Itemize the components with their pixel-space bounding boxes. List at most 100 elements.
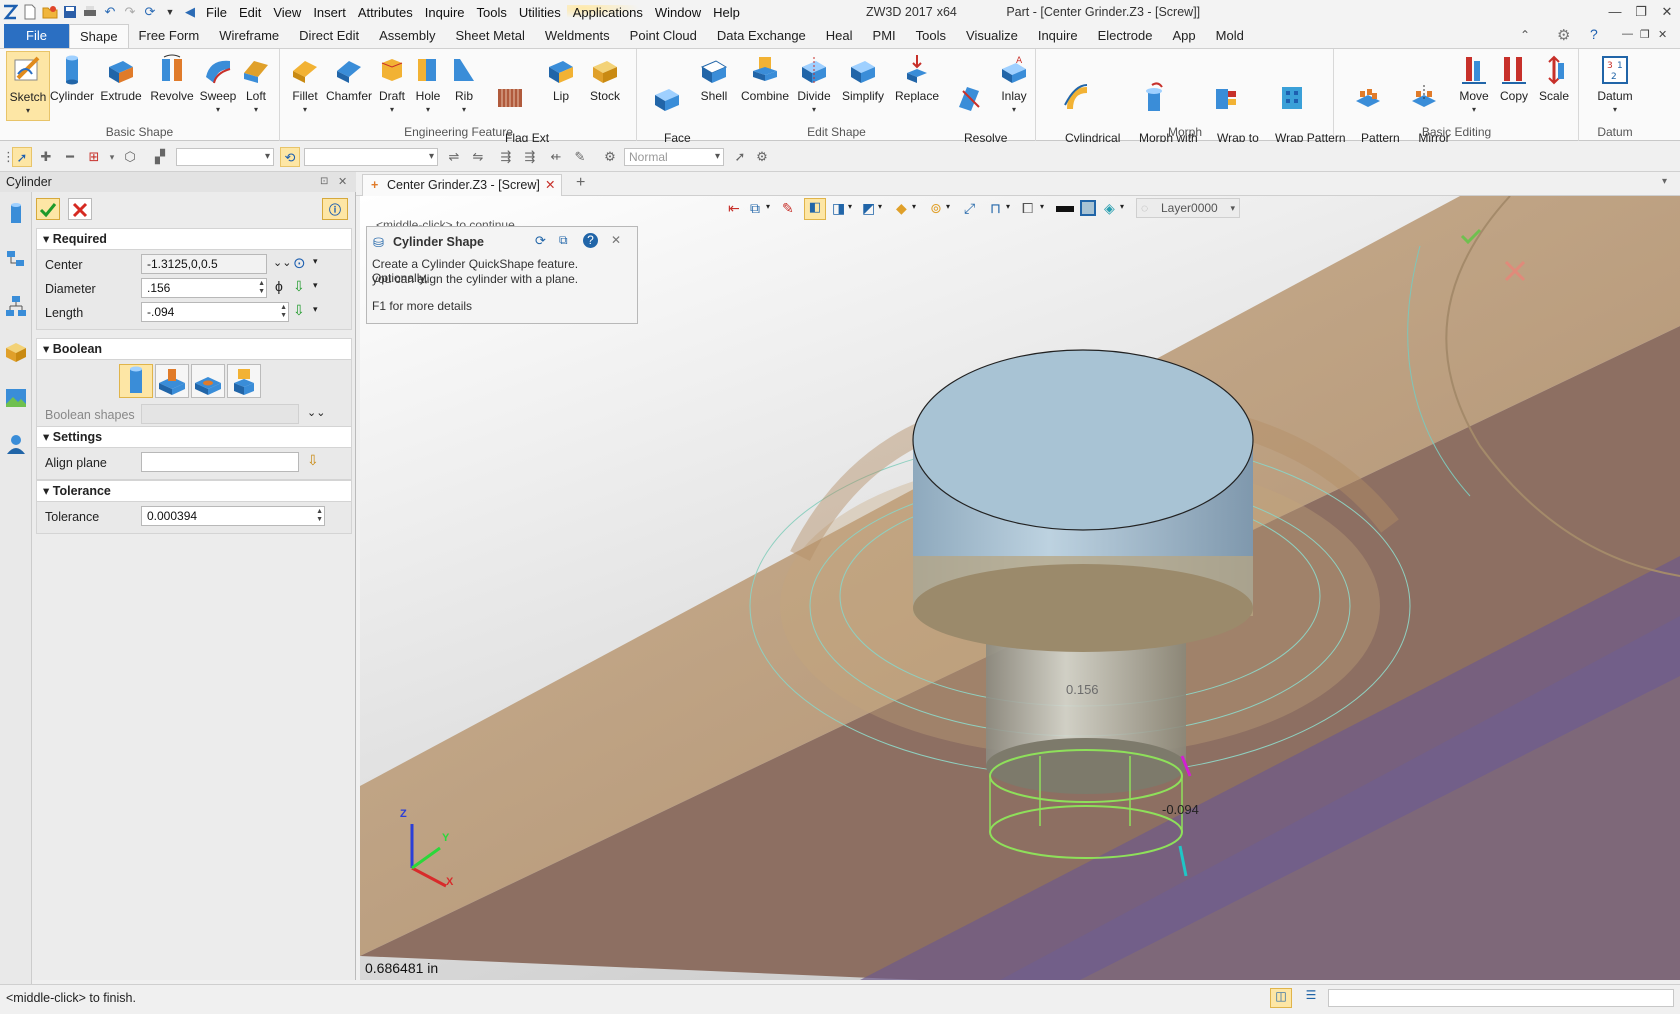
doc-minimize-icon[interactable]: — <box>1622 28 1633 40</box>
lip-button[interactable]: Lip <box>543 51 579 103</box>
pick-option-4-icon[interactable]: ⇶ <box>520 147 540 167</box>
pointer-option-icon[interactable]: ➚ <box>730 147 750 167</box>
tab-tools[interactable]: Tools <box>906 24 956 48</box>
copy-button[interactable]: Copy <box>1495 51 1533 103</box>
menu-window[interactable]: Window <box>649 5 707 20</box>
info-button[interactable]: ⓘ <box>322 198 348 220</box>
tab-electrode[interactable]: Electrode <box>1088 24 1163 48</box>
boolean-remove-button[interactable] <box>191 364 225 398</box>
tab-shape[interactable]: Shape <box>68 24 129 48</box>
part-library-icon[interactable] <box>4 340 28 364</box>
zoom-box-icon[interactable]: ⤢ <box>964 200 975 217</box>
minimize-button[interactable]: — <box>1602 2 1628 22</box>
center-expand-icon[interactable]: ⌄⌄ <box>273 256 291 269</box>
doc-tab-close-icon[interactable]: ✕ <box>545 175 555 195</box>
app-logo-icon[interactable] <box>0 2 20 22</box>
tab-weldments[interactable]: Weldments <box>535 24 620 48</box>
tab-pmi[interactable]: PMI <box>863 24 906 48</box>
menu-inquire[interactable]: Inquire <box>419 5 471 20</box>
zoom-dropdown-icon[interactable]: ▾ <box>946 202 950 211</box>
doc-close-icon[interactable]: ✕ <box>1658 28 1667 41</box>
panel-pin-icon[interactable]: ⊡ <box>320 172 328 192</box>
diameter-dropdown-icon[interactable]: ▾ <box>313 280 318 291</box>
render-style-icon[interactable]: ◨ <box>832 200 845 217</box>
fillet-button[interactable]: Fillet ▾ <box>287 51 323 117</box>
layer-icon[interactable]: ◈ <box>1104 200 1115 217</box>
tooltip-help-icon[interactable]: ? <box>583 233 598 248</box>
boolean-base-button[interactable] <box>119 364 153 398</box>
tab-app[interactable]: App <box>1163 24 1206 48</box>
align-plane-pick-icon[interactable]: ⇩ <box>307 452 319 469</box>
print-icon[interactable] <box>80 2 100 22</box>
command-input[interactable] <box>1328 989 1674 1007</box>
smart-pick-icon[interactable]: ⟲ <box>280 147 300 167</box>
user-icon[interactable] <box>4 432 28 456</box>
view-orient-icon[interactable]: ⧉ <box>750 200 760 217</box>
tab-sheet-metal[interactable]: Sheet Metal <box>446 24 535 48</box>
cylinder-button[interactable]: Cylinder <box>50 51 94 103</box>
move-button[interactable]: Move ▾ <box>1455 51 1493 117</box>
tooltip-expand-icon[interactable]: ⧉ <box>559 233 568 248</box>
color-box-icon[interactable] <box>1080 200 1096 216</box>
pick-arrow-icon[interactable]: ➚ <box>12 147 32 167</box>
menu-edit[interactable]: Edit <box>233 5 267 20</box>
add-pick-icon[interactable]: ✚ <box>36 147 56 167</box>
pick-option-3-icon[interactable]: ⇶ <box>496 147 516 167</box>
tab-file[interactable]: File <box>4 24 69 48</box>
tooltip-refresh-icon[interactable]: ⟳ <box>535 233 546 249</box>
section-required[interactable]: ▾ Required <box>36 228 352 250</box>
shade-mode-icon[interactable]: ◧ <box>804 198 826 220</box>
rotate-view-icon[interactable]: ⟳ <box>140 2 160 22</box>
tab-visualize[interactable]: Visualize <box>956 24 1028 48</box>
feature-cylinder-icon[interactable] <box>4 202 28 226</box>
measure-tool-icon[interactable]: ✎ <box>782 200 794 217</box>
rib-button[interactable]: Rib ▾ <box>447 51 481 117</box>
section-settings[interactable]: ▾ Settings <box>36 426 352 448</box>
pick-option-5-icon[interactable]: ⇷ <box>546 147 566 167</box>
menu-file[interactable]: File <box>200 5 233 20</box>
layer-dropdown-icon[interactable]: ▾ <box>1120 202 1124 211</box>
filter-dropdown-icon[interactable]: ▾ <box>102 147 122 167</box>
pick-option-1-icon[interactable]: ⇌ <box>444 147 464 167</box>
menu-applications[interactable]: Applications <box>566 4 649 20</box>
length-dropdown-icon[interactable]: ▾ <box>313 304 318 315</box>
scale-button[interactable]: Scale <box>1535 51 1573 103</box>
extrude-button[interactable]: Extrude <box>98 51 144 103</box>
quick-access-dropdown-icon[interactable]: ▼ <box>160 2 180 22</box>
doc-restore-icon[interactable]: ❐ <box>1640 28 1650 41</box>
collapse-ribbon-icon[interactable]: ⌃ <box>1520 28 1530 42</box>
status-list-icon[interactable]: ☰ <box>1300 988 1322 1008</box>
menu-insert[interactable]: Insert <box>307 5 352 20</box>
diameter-measure-icon[interactable]: ⇩ <box>293 278 305 295</box>
pin-icon[interactable]: ✎ <box>570 147 590 167</box>
layer-combo[interactable]: ◌ Layer0000 ▾ <box>1136 198 1240 218</box>
menu-tools[interactable]: Tools <box>471 5 513 20</box>
center-input[interactable]: -1.3125,0,0.5 <box>141 254 267 274</box>
settings-gear-icon[interactable]: ⚙ <box>1557 26 1570 44</box>
back-arrow-icon[interactable]: ◀ <box>180 2 200 22</box>
close-button[interactable]: ✕ <box>1654 2 1680 22</box>
divide-button[interactable]: Divide ▾ <box>794 51 834 117</box>
pick-filter-icon[interactable]: ▞ <box>150 147 170 167</box>
menu-utilities[interactable]: Utilities <box>513 5 567 20</box>
pick-combo[interactable] <box>304 148 438 166</box>
tolerance-input[interactable]: 0.000394 ▲ ▼ <box>141 506 325 526</box>
open-folder-icon[interactable] <box>40 2 60 22</box>
tab-point-cloud[interactable]: Point Cloud <box>620 24 707 48</box>
length-measure-icon[interactable]: ⇩ <box>293 302 305 319</box>
simplify-button[interactable]: Simplify <box>838 51 888 103</box>
tab-free-form[interactable]: Free Form <box>129 24 210 48</box>
ok-button[interactable] <box>36 198 60 220</box>
filter-combo[interactable] <box>176 148 274 166</box>
image-library-icon[interactable] <box>4 386 28 410</box>
exit-view-icon[interactable]: ⇤ <box>728 200 740 217</box>
pointer-settings-icon[interactable]: ⚙ <box>752 147 772 167</box>
revolve-button[interactable]: Revolve <box>148 51 196 103</box>
remove-pick-icon[interactable]: ━ <box>60 147 80 167</box>
display-filter-dropdown-icon[interactable]: ▾ <box>912 202 916 211</box>
tab-heal[interactable]: Heal <box>816 24 863 48</box>
center-dropdown-icon[interactable]: ▾ <box>313 256 318 267</box>
render-mode-combo[interactable]: Normal <box>624 148 724 166</box>
boolean-shapes-expand-icon[interactable]: ⌄⌄ <box>307 406 325 419</box>
new-file-icon[interactable] <box>20 2 40 22</box>
